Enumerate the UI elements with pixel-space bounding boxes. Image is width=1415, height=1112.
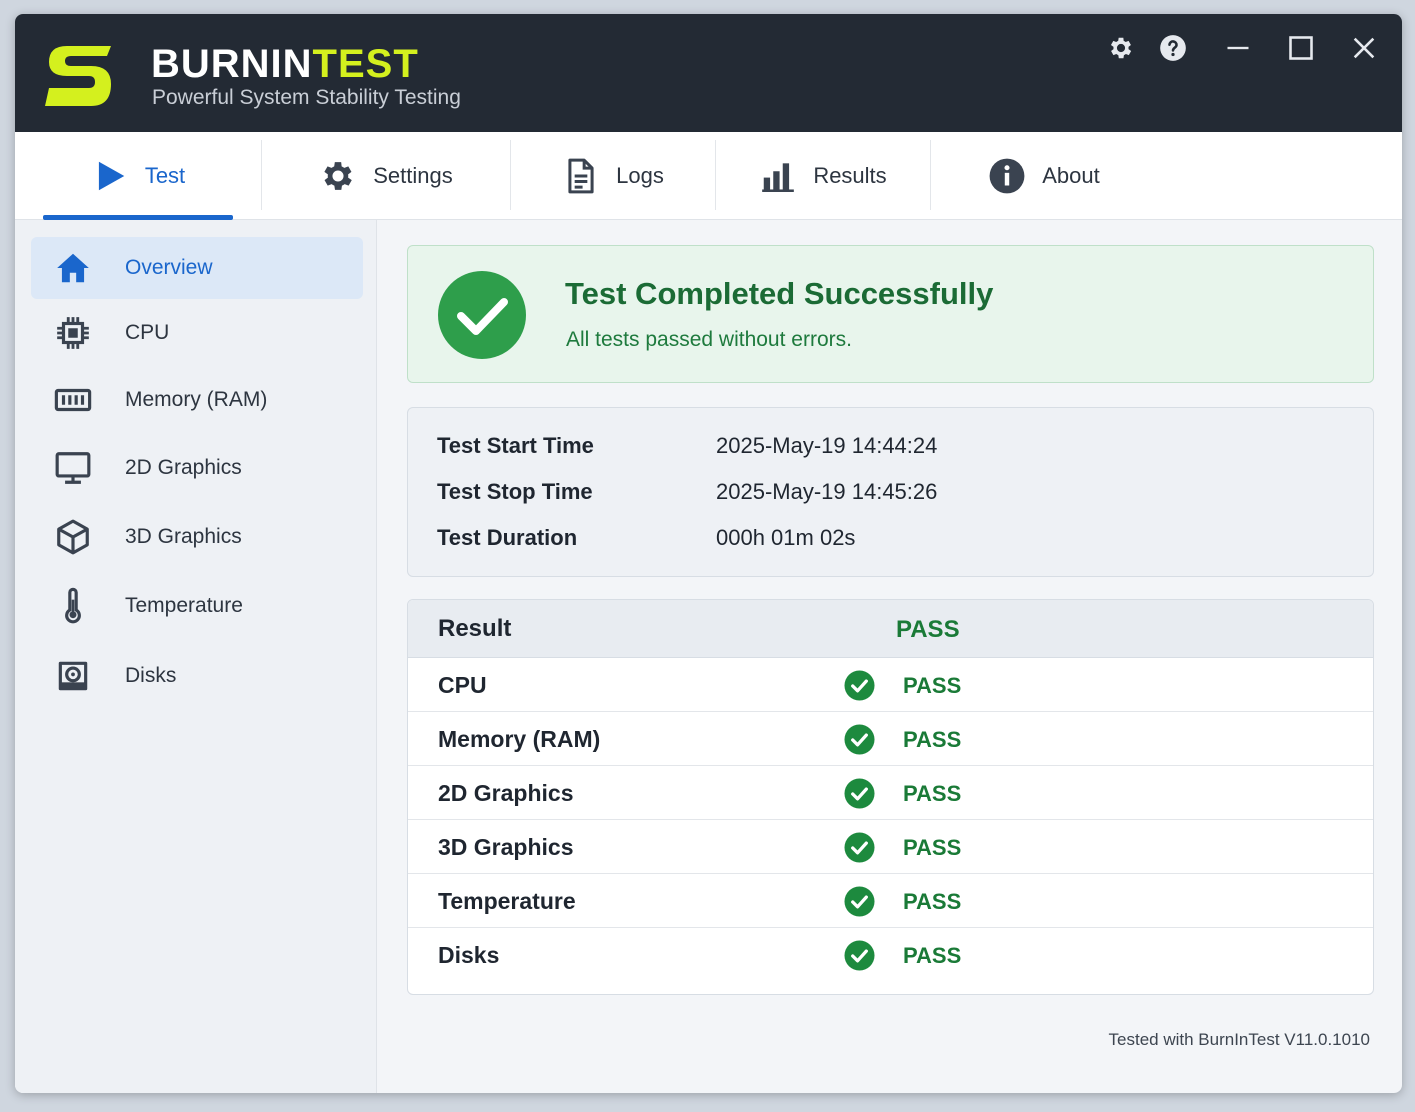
result-label: Temperature [438,888,576,914]
test-times-panel: Test Start Time 2025-May-19 14:44:24 Tes… [407,407,1374,577]
gear-icon [324,162,353,190]
results-header: Result PASS [408,600,1373,658]
play-icon [98,161,125,191]
memory-icon [51,378,95,422]
burnintest-logo-icon [45,46,111,106]
cube-icon [51,515,95,559]
bar-chart-icon [762,163,795,192]
version-footer: Tested with BurnInTest V11.0.1010 [1108,1030,1370,1049]
sidebar-item-label: Memory (RAM) [125,388,268,411]
pass-check-icon [844,670,875,701]
app-tagline: Powerful System Stability Testing [152,86,461,109]
cpu-icon [51,311,95,355]
sidebar: Overview CPU Memory (RAM) 2D Graphics 3D… [15,220,377,1093]
table-row: CPU PASS [408,658,1373,712]
result-label: CPU [438,672,487,698]
pass-check-icon [844,940,875,971]
status-banner: Test Completed Successfully All tests pa… [407,245,1374,383]
sidebar-item-2d-graphics[interactable]: 2D Graphics [31,437,363,499]
brand-part-2: TEST [312,42,419,86]
disk-icon [51,654,95,698]
sidebar-item-label: 3D Graphics [125,525,242,548]
settings-icon[interactable] [1105,32,1137,64]
sidebar-item-disks[interactable]: Disks [31,645,363,707]
tab-settings[interactable]: Settings [262,132,510,220]
success-check-icon [438,271,526,359]
result-label: 3D Graphics [438,834,574,860]
time-value: 2025-May-19 14:45:26 [716,479,938,504]
time-label: Test Duration [437,525,578,550]
minimize-icon[interactable] [1222,32,1254,64]
result-label: Memory (RAM) [438,726,601,752]
result-value: PASS [903,889,962,914]
tab-logs-label: Logs [616,163,664,188]
main-tab-bar: Test Settings Logs Results About [15,132,1402,220]
info-icon [989,158,1025,194]
sidebar-item-label: CPU [125,321,170,344]
sidebar-item-label: Temperature [125,594,243,617]
sidebar-item-label: Disks [125,664,177,687]
tab-about[interactable]: About [931,132,1157,220]
time-label: Test Start Time [437,433,594,458]
app-window: BURNINTEST Powerful System Stability Tes… [15,14,1402,1093]
home-icon [51,246,95,290]
table-row: Memory (RAM) PASS [408,712,1373,766]
pass-check-icon [844,778,875,809]
brand-part-1: BURNIN [151,42,313,86]
pass-check-icon [844,832,875,863]
pass-check-icon [844,724,875,755]
sidebar-item-memory[interactable]: Memory (RAM) [31,369,363,431]
time-value: 2025-May-19 14:44:24 [716,433,938,458]
tab-results-label: Results [813,163,887,188]
table-row: Temperature PASS [408,874,1373,928]
maximize-icon[interactable] [1285,32,1317,64]
result-value: PASS [903,835,962,860]
close-icon[interactable] [1348,32,1380,64]
tab-test[interactable]: Test [15,132,261,220]
pass-check-icon [844,886,875,917]
table-row: 3D Graphics PASS [408,820,1373,874]
sidebar-item-cpu[interactable]: CPU [31,302,363,364]
time-value: 000h 01m 02s [716,525,856,550]
tab-settings-label: Settings [373,163,453,188]
result-label: 2D Graphics [438,780,574,806]
sidebar-item-temperature[interactable]: Temperature [31,575,363,637]
results-table: Result PASS CPU PASS Memory (RAM) PASS 2… [407,599,1374,995]
app-brand: BURNINTEST [151,42,419,87]
tab-results[interactable]: Results [716,132,930,220]
tab-logs[interactable]: Logs [511,132,715,220]
tab-about-label: About [1042,163,1100,188]
table-row: Disks PASS [408,928,1373,982]
thermometer-icon [51,584,95,628]
results-header-value: PASS [896,616,960,643]
tab-test-label: Test [144,163,186,188]
sidebar-item-3d-graphics[interactable]: 3D Graphics [31,506,363,568]
document-icon [568,158,594,194]
status-title: Test Completed Successfully [565,276,994,311]
help-icon[interactable] [1157,32,1189,64]
monitor-icon [51,446,95,490]
result-label: Disks [438,942,500,968]
sidebar-item-label: 2D Graphics [125,456,242,479]
result-value: PASS [903,943,962,968]
result-value: PASS [903,673,962,698]
result-value: PASS [903,727,962,752]
table-row: 2D Graphics PASS [408,766,1373,820]
title-bar: BURNINTEST Powerful System Stability Tes… [15,14,1402,132]
time-label: Test Stop Time [437,479,593,504]
results-header-label: Result [438,615,512,642]
sidebar-item-overview[interactable]: Overview [31,237,363,299]
status-subtitle: All tests passed without errors. [566,328,852,351]
sidebar-item-label: Overview [125,256,213,279]
result-value: PASS [903,781,962,806]
